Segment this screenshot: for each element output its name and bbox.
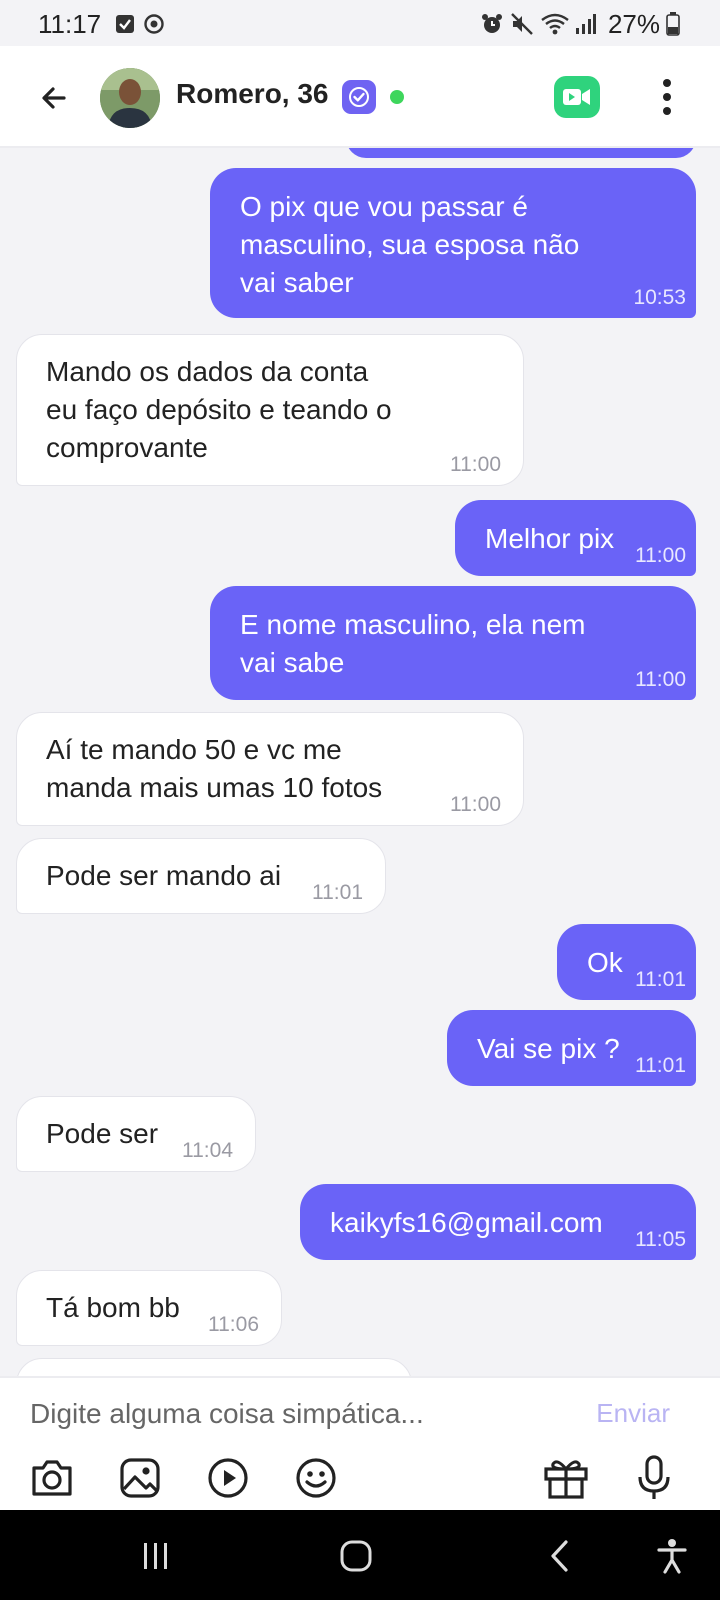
message-time: 11:00	[450, 453, 501, 476]
message-time: 11:01	[635, 1054, 686, 1077]
message-time: 10:53	[633, 286, 686, 309]
message-bubble-sent[interactable]: E nome masculino, ela nem vai sabe 11:00	[210, 586, 696, 700]
message-text: Pode ser mando ai	[46, 860, 282, 891]
message-time: 11:01	[635, 968, 686, 991]
message-text: O pix que vou passar é masculino, sua es…	[240, 191, 580, 298]
message-notification-icon	[116, 12, 134, 36]
message-bubble-received[interactable]: Pode ser 11:04	[16, 1096, 256, 1172]
status-bar: 11:17 27%	[0, 0, 720, 46]
message-time: 11:01	[312, 881, 363, 904]
video-camera-icon	[563, 89, 590, 105]
message-bubble-sent[interactable]: kaikyfs16@gmail.com 11:05	[300, 1184, 696, 1260]
recent-apps-icon[interactable]	[134, 1534, 178, 1578]
message-bubble-received[interactable]: Tá bom bb 11:06	[16, 1270, 282, 1346]
status-time: 11:17	[38, 9, 102, 39]
wifi-icon	[540, 12, 570, 36]
message-list[interactable]: O pix que vou passar é masculino, sua es…	[0, 148, 720, 1376]
more-options-icon[interactable]	[650, 76, 684, 118]
accessibility-icon[interactable]	[650, 1534, 694, 1578]
online-status-indicator	[390, 90, 404, 104]
mute-icon	[510, 12, 534, 36]
message-bubble-partial	[346, 148, 696, 158]
message-time: 11:06	[208, 1313, 259, 1336]
video-play-icon[interactable]	[204, 1454, 252, 1502]
message-bubble-sent[interactable]: Ok 11:01	[557, 924, 696, 1000]
message-text: Aí te mando 50 e vc me manda mais umas 1…	[46, 734, 383, 803]
message-bubble-sent[interactable]: Melhor pix 11:00	[455, 500, 696, 576]
signal-icon	[574, 12, 596, 36]
microphone-icon[interactable]	[630, 1454, 678, 1502]
message-input[interactable]	[30, 1392, 550, 1436]
message-time: 11:00	[635, 668, 686, 691]
message-text: E nome masculino, ela nem vai sabe	[240, 609, 586, 678]
back-icon[interactable]	[538, 1534, 582, 1578]
chat-header: Romero, 36	[0, 46, 720, 148]
message-bubble-sent[interactable]: O pix que vou passar é masculino, sua es…	[210, 168, 696, 318]
message-time: 11:04	[182, 1139, 233, 1162]
home-icon[interactable]	[334, 1534, 378, 1578]
emoji-icon[interactable]	[292, 1454, 340, 1502]
contact-name[interactable]: Romero, 36	[176, 78, 329, 110]
message-time: 11:00	[450, 793, 501, 816]
message-time: 11:00	[635, 544, 686, 567]
message-text: kaikyfs16@gmail.com	[330, 1207, 603, 1238]
avatar[interactable]	[100, 68, 160, 128]
battery-icon	[666, 12, 680, 36]
message-composer: Enviar	[0, 1376, 720, 1510]
send-button[interactable]: Enviar	[596, 1398, 670, 1429]
message-text: Mando os dados da conta eu faço depósito…	[46, 356, 392, 463]
system-navigation-bar	[0, 1510, 720, 1600]
message-bubble-received[interactable]: Mando os dados da conta eu faço depósito…	[16, 334, 524, 486]
camera-icon[interactable]	[28, 1454, 76, 1502]
verified-badge-icon	[342, 80, 376, 114]
sync-notification-icon	[143, 12, 165, 36]
gift-icon[interactable]	[542, 1454, 590, 1502]
message-bubble-sent[interactable]: Vai se pix ? 11:01	[447, 1010, 696, 1086]
message-bubble-received[interactable]: Pode ser mando ai 11:01	[16, 838, 386, 914]
battery-percentage: 27%	[607, 9, 660, 39]
gallery-icon[interactable]	[116, 1454, 164, 1502]
back-arrow-icon[interactable]	[32, 76, 76, 120]
alarm-icon	[480, 12, 504, 36]
message-time: 11:05	[635, 1228, 686, 1251]
video-call-button[interactable]	[554, 76, 600, 118]
message-bubble-received[interactable]: Aí te mando 50 e vc me manda mais umas 1…	[16, 712, 524, 826]
message-bubble-partial	[16, 1358, 412, 1376]
